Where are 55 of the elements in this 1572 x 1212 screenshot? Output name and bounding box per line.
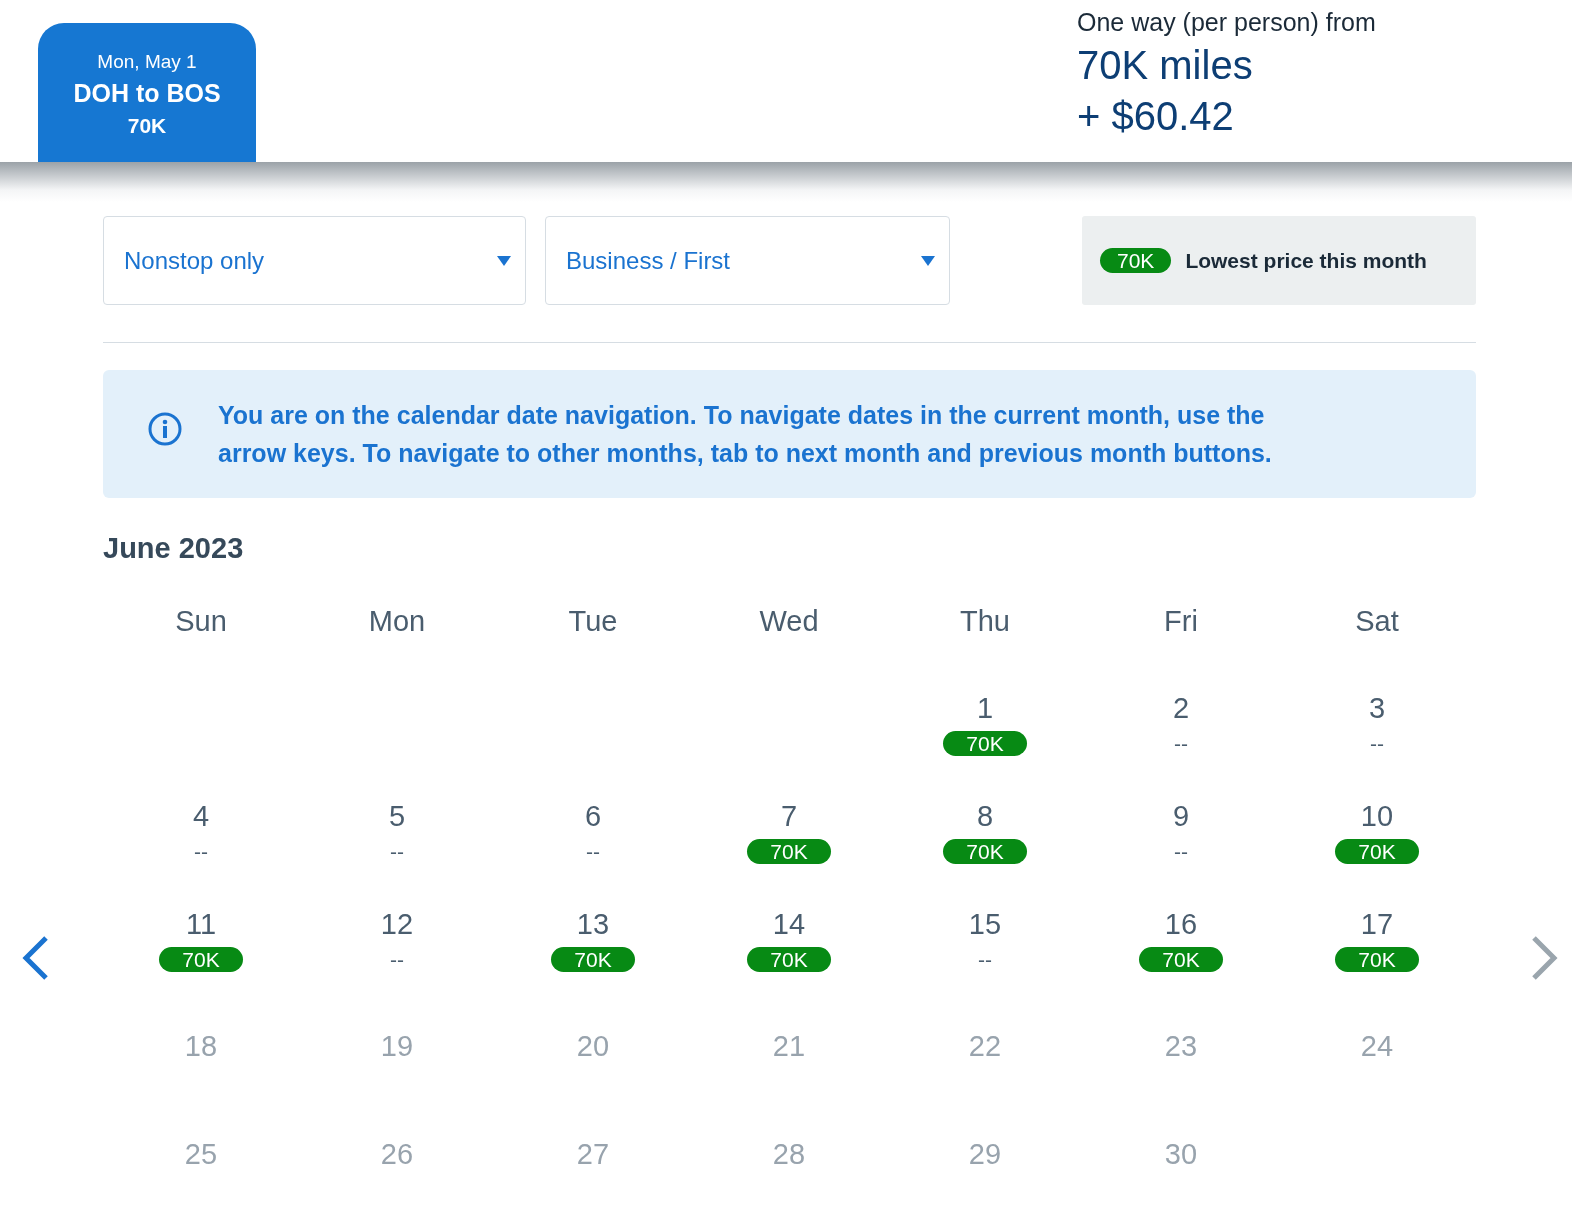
- calendar-day: 18: [103, 1015, 299, 1123]
- calendar-day: 29: [887, 1123, 1083, 1212]
- fare-miles: 70K miles: [1077, 43, 1254, 88]
- info-icon: [148, 412, 182, 446]
- fare-label: One way (per person) from: [1077, 8, 1377, 37]
- filter-dropdown[interactable]: Nonstop only: [103, 216, 526, 305]
- calendar-day[interactable]: 6 --: [495, 799, 691, 907]
- calendar-day: 26: [299, 1123, 495, 1212]
- calendar-day: 20: [495, 1015, 691, 1123]
- calendar-day[interactable]: 14 70K: [691, 907, 887, 1015]
- calendar-day[interactable]: 3 --: [1279, 691, 1475, 799]
- weekday-label: Wed: [758, 605, 820, 639]
- calendar-day[interactable]: 17 70K: [1279, 907, 1475, 1015]
- weekday-label: Sun: [174, 605, 228, 639]
- flight-price: 70K: [127, 114, 167, 138]
- weekday-label: Thu: [959, 605, 1011, 639]
- caret-icon: [497, 255, 511, 266]
- fare-cash: + $60.42: [1077, 94, 1235, 139]
- weekday-label: Tue: [567, 605, 619, 639]
- month-title: June 2023: [103, 532, 245, 565]
- price-badge: 70K: [1100, 248, 1172, 273]
- caret-icon: [921, 255, 935, 266]
- filter-dropdown[interactable]: Business / First: [545, 216, 950, 305]
- calendar-day: 24: [1279, 1015, 1475, 1123]
- calendar-day[interactable]: 8 70K: [887, 799, 1083, 907]
- weekday-label: Sat: [1354, 605, 1400, 639]
- calendar-day: 25: [103, 1123, 299, 1212]
- weekday-label: Fri: [1163, 605, 1199, 639]
- calendar-day: 21: [691, 1015, 887, 1123]
- previous-month-button[interactable]: [20, 935, 50, 981]
- calendar-day[interactable]: 5 --: [299, 799, 495, 907]
- weekday-label: Mon: [367, 605, 427, 639]
- calendar-day[interactable]: 10 70K: [1279, 799, 1475, 907]
- calendar-day: 23: [1083, 1015, 1279, 1123]
- calendar-day: 19: [299, 1015, 495, 1123]
- calendar-day[interactable]: 11 70K: [103, 907, 299, 1015]
- calendar-day[interactable]: 13 70K: [495, 907, 691, 1015]
- flight-tab[interactable]: Mon, May 1 DOH to BOS 70K: [38, 23, 256, 162]
- legend-label: Lowest price this month: [1185, 248, 1427, 273]
- calendar-day: 22: [887, 1015, 1083, 1123]
- calendar-day[interactable]: 16 70K: [1083, 907, 1279, 1015]
- calendar-day: 30: [1083, 1123, 1279, 1212]
- calendar-day[interactable]: 2 --: [1083, 691, 1279, 799]
- flight-date: Mon, May 1: [97, 51, 197, 73]
- calendar-day[interactable]: 12 --: [299, 907, 495, 1015]
- next-month-button[interactable]: [1530, 935, 1560, 981]
- calendar-day[interactable]: 4 --: [103, 799, 299, 907]
- calendar-day[interactable]: 9 --: [1083, 799, 1279, 907]
- calendar-day[interactable]: 1 70K: [887, 691, 1083, 799]
- info-text: You are on the calendar date navigation. To navigate dates in the current month, use the arrow keys. To navigate to other months, tab to next month and previous month buttons.: [218, 400, 1273, 469]
- calendar-day: 27: [495, 1123, 691, 1212]
- calendar-day[interactable]: 7 70K: [691, 799, 887, 907]
- calendar-day[interactable]: 15 --: [887, 907, 1083, 1015]
- calendar-day: 28: [691, 1123, 887, 1212]
- flight-route: DOH to BOS: [73, 79, 221, 108]
